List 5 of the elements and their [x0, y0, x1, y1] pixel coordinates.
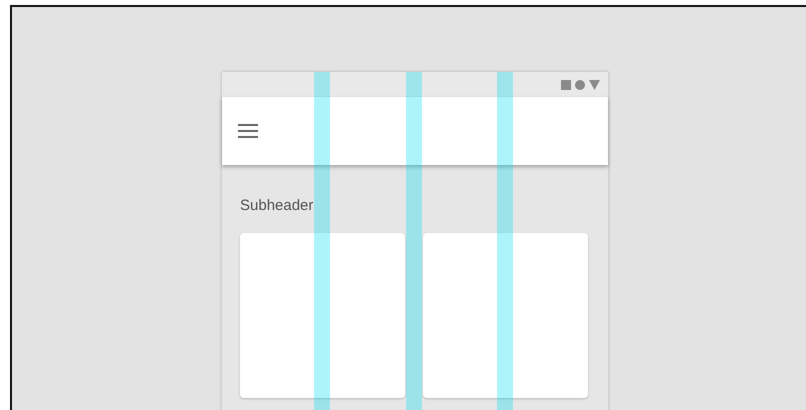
square-icon: [561, 80, 571, 90]
menu-icon[interactable]: [238, 124, 258, 138]
subheader: Subheader: [240, 197, 314, 214]
circle-icon: [575, 80, 585, 90]
triangle-icon: [589, 80, 600, 90]
